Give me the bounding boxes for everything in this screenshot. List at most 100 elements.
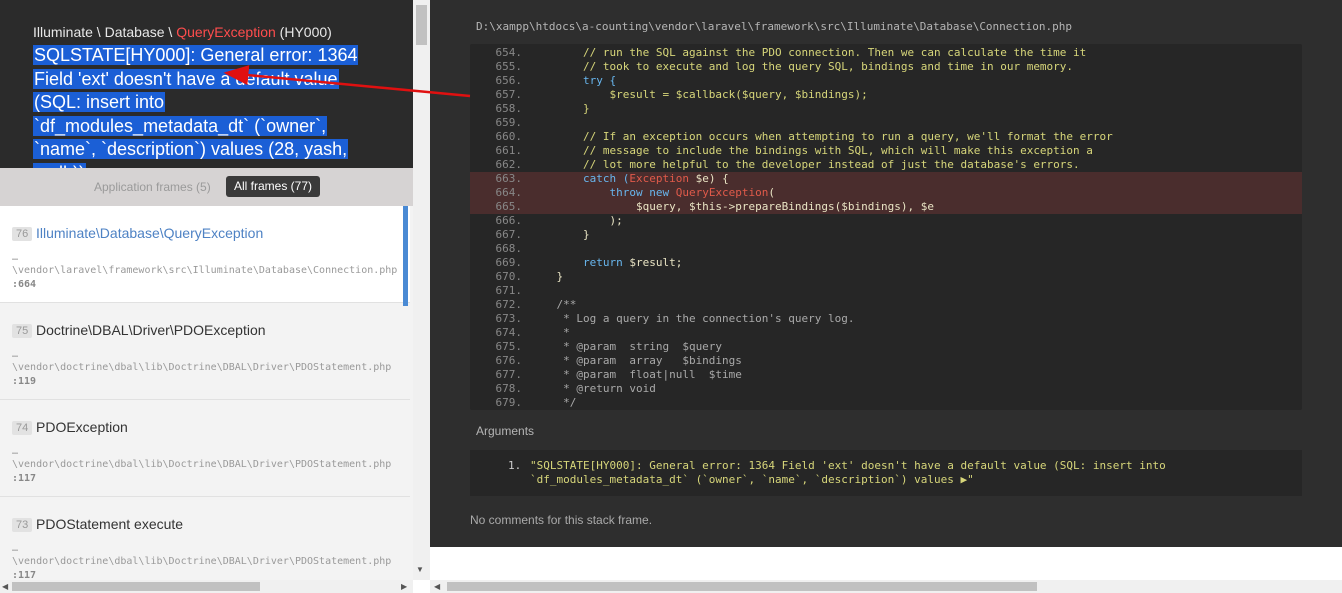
frame-class: Illuminate\Database\QueryException xyxy=(36,225,264,241)
code-line-text: // message to include the bindings with … xyxy=(530,144,1093,157)
frame-item[interactable]: 73 PDOStatement execute … \vendor\doctri… xyxy=(0,497,410,581)
code-line-text: } xyxy=(530,102,590,115)
code-line-number: 663. xyxy=(495,172,523,185)
code-line-text: $result = $callback($query, $bindings); xyxy=(530,88,868,101)
code-line: 677. * @param float|null $time xyxy=(470,368,1302,382)
frame-ellipsis: … xyxy=(12,252,19,263)
code-line-number: 657. xyxy=(495,88,523,101)
code-line: 658. } xyxy=(470,102,1302,116)
frame-item[interactable]: 76 Illuminate\Database\QueryException … … xyxy=(0,206,410,306)
code-line-number: 659. xyxy=(495,116,523,129)
code-line: 676. * @param array $bindings xyxy=(470,354,1302,368)
code-file-path[interactable]: D:\xampp\htdocs\a-counting\vendor\larave… xyxy=(476,20,1072,33)
right-panel-blank xyxy=(430,547,1342,580)
frame-class: PDOException xyxy=(36,419,128,435)
code-line-number: 662. xyxy=(495,158,523,171)
code-line-number: 654. xyxy=(495,46,523,59)
code-line-number: 668. xyxy=(495,242,523,255)
code-line-number: 664. xyxy=(495,186,523,199)
no-comments-text: No comments for this stack frame. xyxy=(470,513,653,527)
frame-index: 74 xyxy=(12,421,33,435)
argument-value[interactable]: "SQLSTATE[HY000]: General error: 1364 Fi… xyxy=(530,459,1190,487)
code-line: 655. // took to execute and log the quer… xyxy=(470,60,1302,74)
left-vertical-scrollbar[interactable] xyxy=(413,0,430,580)
code-line-number: 660. xyxy=(495,130,523,143)
frame-ellipsis: … xyxy=(12,446,19,457)
exception-message[interactable]: SQLSTATE[HY000]: General error: 1364 Fie… xyxy=(33,44,383,168)
exception-message-text[interactable]: SQLSTATE[HY000]: General error: 1364 Fie… xyxy=(33,45,359,168)
code-line-number: 661. xyxy=(495,144,523,157)
code-line-number: 672. xyxy=(495,298,523,311)
code-line-text: * @param float|null $time xyxy=(530,368,742,381)
scroll-left-icon[interactable]: ◀ xyxy=(434,582,440,591)
code-line-text: * @return void xyxy=(530,382,656,395)
code-line-number: 674. xyxy=(495,326,523,339)
code-line: 667. } xyxy=(470,228,1302,242)
code-line-number: 673. xyxy=(495,312,523,325)
code-line-text: /** xyxy=(530,298,577,311)
code-line-text: * @param array $bindings xyxy=(530,354,742,367)
code-line: 678. * @return void xyxy=(470,382,1302,396)
code-line: 666. ); xyxy=(470,214,1302,228)
code-line: 663. catch (Exception $e) { xyxy=(470,172,1302,186)
code-line-number: 669. xyxy=(495,256,523,269)
code-line: 671. xyxy=(470,284,1302,298)
code-line: 657. $result = $callback($query, $bindin… xyxy=(470,88,1302,102)
code-details-panel: D:\xampp\htdocs\a-counting\vendor\larave… xyxy=(430,0,1342,547)
frame-item[interactable]: 74 PDOException … \vendor\doctrine\dbal\… xyxy=(0,400,410,497)
exception-name: QueryException xyxy=(176,24,276,40)
code-line: 669. return $result; xyxy=(470,256,1302,270)
code-line-text: * xyxy=(530,326,570,339)
tab-application-frames[interactable]: Application frames (5) xyxy=(94,180,211,194)
code-line-number: 670. xyxy=(495,270,523,283)
code-line-text: $query, $this->prepareBindings($bindings… xyxy=(530,200,934,213)
code-line-text: // run the SQL against the PDO connectio… xyxy=(530,46,1087,59)
frames-list: 76 Illuminate\Database\QueryException … … xyxy=(0,206,410,581)
frame-class: Doctrine\DBAL\Driver\PDOException xyxy=(36,322,266,338)
code-line-text: * @param string $query xyxy=(530,340,723,353)
frame-index: 75 xyxy=(12,324,33,338)
code-line-text: catch (Exception $e) { xyxy=(530,172,729,185)
frame-item[interactable]: 75 Doctrine\DBAL\Driver\PDOException … \… xyxy=(0,303,410,400)
active-frame-indicator xyxy=(403,206,408,306)
tab-all-frames[interactable]: All frames (77) xyxy=(226,176,321,197)
code-line: 675. * @param string $query xyxy=(470,340,1302,354)
arguments-box: 1. "SQLSTATE[HY000]: General error: 1364… xyxy=(470,450,1302,496)
frame-index: 73 xyxy=(12,518,33,532)
scroll-left-icon[interactable]: ◀ xyxy=(2,582,8,591)
right-horizontal-scroll-thumb[interactable] xyxy=(447,582,1037,591)
scroll-down-icon[interactable]: ▼ xyxy=(416,565,424,574)
frame-line-number: :117 xyxy=(12,473,37,484)
code-line-number: 676. xyxy=(495,354,523,367)
code-line: 672. /** xyxy=(470,298,1302,312)
code-line-text: // If an exception occurs when attemptin… xyxy=(530,130,1113,143)
code-line-text: // lot more helpful to the developer ins… xyxy=(530,158,1080,171)
code-line-number: 675. xyxy=(495,340,523,353)
frame-filter-tabs: Application frames (5) All frames (77) xyxy=(0,168,413,206)
code-line: 668. xyxy=(470,242,1302,256)
exception-code: (HY000) xyxy=(275,24,332,40)
scroll-right-icon[interactable]: ▶ xyxy=(401,582,407,591)
frame-file-path: \vendor\doctrine\dbal\lib\Doctrine\DBAL\… xyxy=(12,362,392,373)
stack-frames-panel: Illuminate \ Database \ QueryException (… xyxy=(0,0,413,593)
frame-index: 76 xyxy=(12,227,33,241)
code-line: 665. $query, $this->prepareBindings($bin… xyxy=(470,200,1302,214)
left-horizontal-scroll-thumb[interactable] xyxy=(12,582,260,591)
code-line: 670. } xyxy=(470,270,1302,284)
code-line-number: 658. xyxy=(495,102,523,115)
code-line-text: * Log a query in the connection's query … xyxy=(530,312,855,325)
code-line-text: } xyxy=(530,228,590,241)
frame-file-path: \vendor\doctrine\dbal\lib\Doctrine\DBAL\… xyxy=(12,459,392,470)
exception-class: Illuminate \ Database \ QueryException (… xyxy=(33,24,332,40)
code-line: 664. throw new QueryException( xyxy=(470,186,1302,200)
argument-index: 1. xyxy=(508,459,522,472)
code-line: 656. try { xyxy=(470,74,1302,88)
code-line-text: try { xyxy=(530,74,617,87)
frame-ellipsis: … xyxy=(12,349,19,360)
code-line-number: 679. xyxy=(495,396,523,409)
exception-header: Illuminate \ Database \ QueryException (… xyxy=(0,0,413,168)
arguments-title: Arguments xyxy=(476,424,535,438)
left-vertical-scroll-thumb[interactable] xyxy=(416,5,427,45)
frame-class: PDOStatement execute xyxy=(36,516,184,532)
code-line: 674. * xyxy=(470,326,1302,340)
